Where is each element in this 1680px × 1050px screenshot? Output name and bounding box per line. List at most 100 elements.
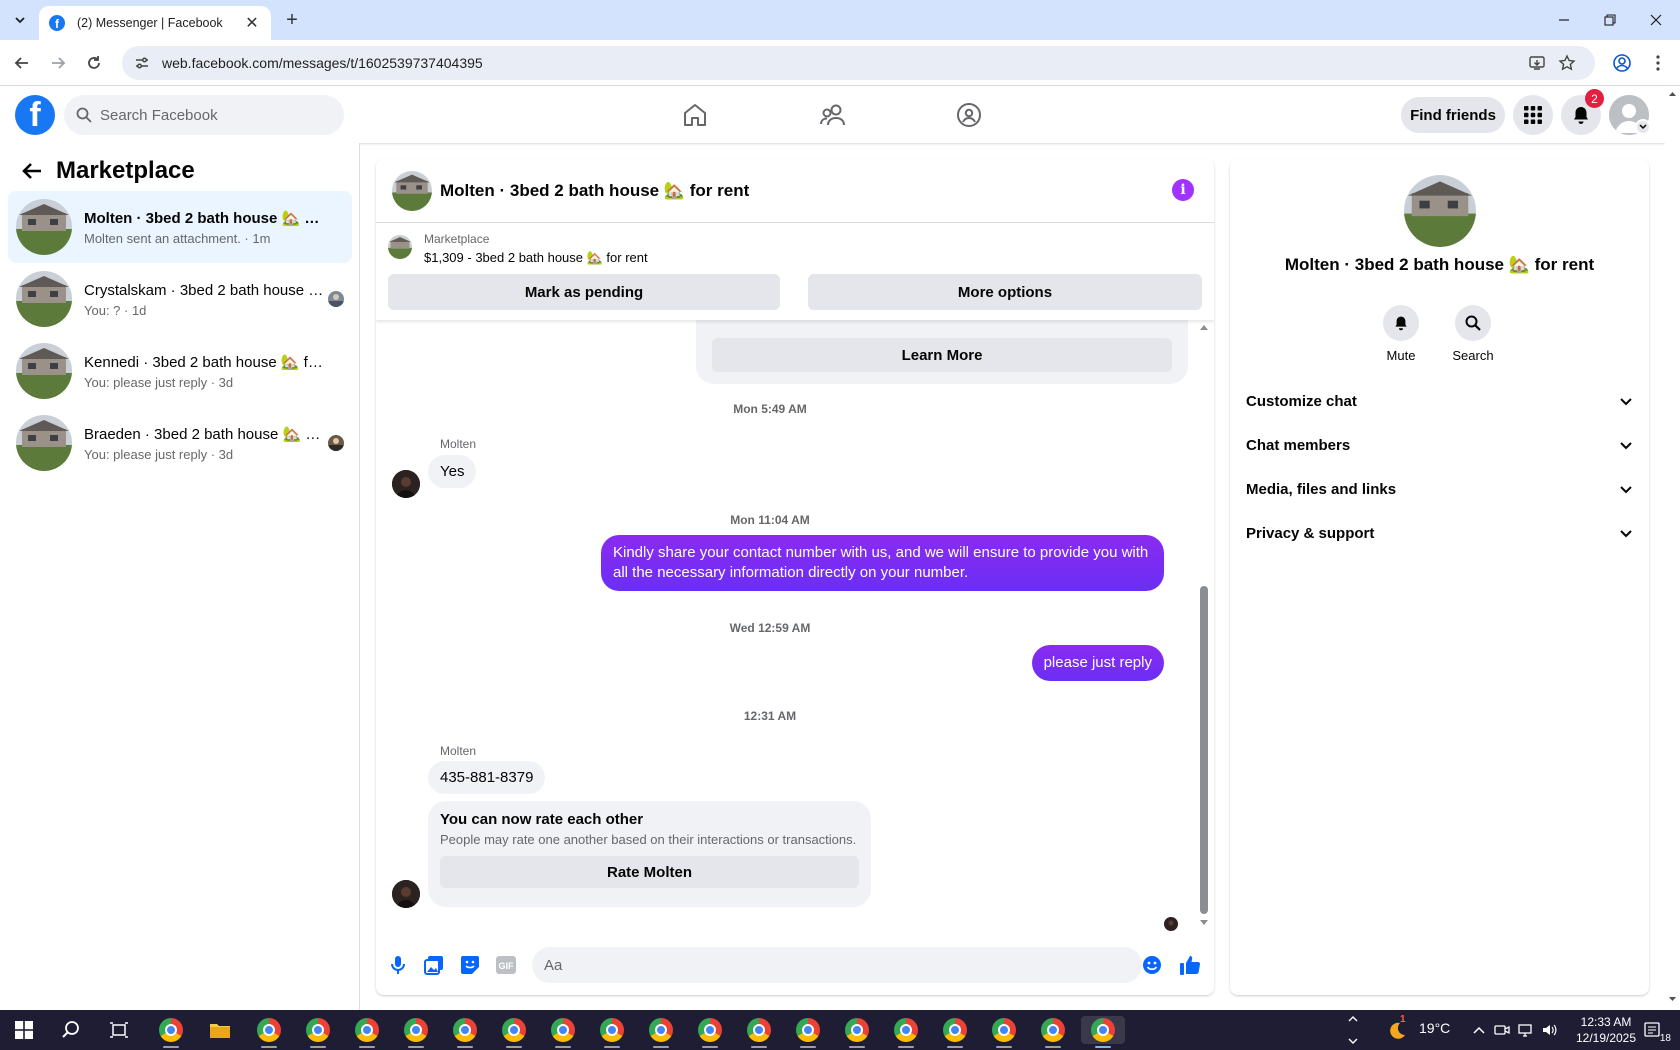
chat-members-row[interactable]: Chat members <box>1246 423 1633 467</box>
conversation-item-molten[interactable]: Molten · 3bed 2 bath house 🏡 for rent Mo… <box>8 191 352 263</box>
learn-more-button[interactable]: Learn More <box>712 338 1172 372</box>
browser-tab-messenger[interactable]: f (2) Messenger | Facebook ✕ <box>39 6 271 40</box>
taskbar-chrome-1[interactable] <box>157 1016 185 1048</box>
bookmark-star-icon[interactable] <box>1557 53 1577 73</box>
taskbar-chrome-14[interactable] <box>843 1016 871 1048</box>
conversation-item-braeden[interactable]: Braeden · 3bed 2 bath house 🏡 for rent Y… <box>8 407 352 479</box>
taskbar-chrome-4[interactable] <box>353 1016 381 1048</box>
chat-house-thumbnail[interactable] <box>392 170 432 211</box>
info-icon[interactable]: i <box>1172 179 1194 201</box>
system-clock[interactable]: 12:33 AM 12/19/2025 <box>1564 1014 1648 1046</box>
incoming-message[interactable]: Yes <box>428 455 477 488</box>
taskbar-chrome-10[interactable] <box>647 1016 675 1048</box>
taskbar-chrome-active[interactable] <box>1081 1016 1125 1048</box>
tab-search-button[interactable] <box>8 8 32 32</box>
listing-source: Marketplace <box>424 232 490 246</box>
taskbar-file-explorer[interactable] <box>206 1016 234 1044</box>
taskbar-chrome-3[interactable] <box>304 1016 332 1048</box>
install-app-icon[interactable] <box>1527 53 1547 73</box>
taskbar-chrome-13[interactable] <box>794 1016 822 1048</box>
taskbar-chrome-18[interactable] <box>1039 1016 1067 1048</box>
search-in-chat-button[interactable]: Search <box>1443 305 1503 363</box>
chrome-icon <box>845 1018 869 1042</box>
tab-close-icon[interactable]: ✕ <box>243 13 261 33</box>
url-text: web.facebook.com/messages/t/160253973740… <box>162 55 483 71</box>
restore-button[interactable] <box>1587 6 1633 34</box>
mark-as-pending-button[interactable]: Mark as pending <box>388 274 780 310</box>
task-view-button[interactable] <box>105 1016 133 1044</box>
thumbs-up-icon[interactable] <box>1176 951 1204 979</box>
friends-nav-button[interactable] <box>817 99 849 131</box>
outgoing-message[interactable]: please just reply <box>1031 645 1164 681</box>
rate-molten-button[interactable]: Rate Molten <box>440 856 859 888</box>
microphone-icon[interactable] <box>384 951 412 979</box>
notification-count-badge: 2 <box>1585 89 1604 108</box>
timestamp: 12:31 AM <box>743 709 797 723</box>
chat-title[interactable]: Molten · 3bed 2 bath house 🏡 for rent <box>440 181 749 201</box>
chat-scrollbar-thumb[interactable] <box>1200 586 1208 914</box>
privacy-support-row[interactable]: Privacy & support <box>1246 511 1633 555</box>
listing-photo[interactable] <box>1404 175 1476 247</box>
reload-button[interactable] <box>79 48 109 78</box>
taskbar-scroll-arrows[interactable] <box>1347 1012 1359 1048</box>
chevron-up-icon[interactable] <box>1470 1021 1488 1039</box>
photo-icon[interactable] <box>420 951 448 979</box>
chrome-icon <box>404 1018 428 1042</box>
outgoing-message[interactable]: Kindly share your contact number with us… <box>601 535 1164 591</box>
menu-grid-button[interactable] <box>1513 95 1553 135</box>
forward-button[interactable] <box>43 48 73 78</box>
volume-icon[interactable] <box>1541 1021 1559 1039</box>
weather-temperature[interactable]: 19°C <box>1419 1020 1450 1036</box>
back-arrow-icon[interactable] <box>20 159 44 183</box>
conversation-item-kennedi[interactable]: Kennedi · 3bed 2 bath house 🏡 for rent Y… <box>8 335 352 407</box>
home-nav-button[interactable] <box>679 99 711 131</box>
page-scrollbar[interactable] <box>1665 86 1680 1011</box>
facebook-logo[interactable]: f <box>15 95 55 135</box>
taskbar-chrome-5[interactable] <box>402 1016 430 1048</box>
taskbar-chrome-2[interactable] <box>255 1016 283 1048</box>
taskbar-search-button[interactable] <box>57 1016 85 1044</box>
gif-icon[interactable]: GIF <box>492 951 520 979</box>
chrome-icon <box>257 1018 281 1042</box>
back-button[interactable] <box>7 48 37 78</box>
customize-chat-row[interactable]: Customize chat <box>1246 379 1633 423</box>
new-tab-button[interactable]: + <box>281 9 303 31</box>
sticker-icon[interactable] <box>456 951 484 979</box>
find-friends-button[interactable]: Find friends <box>1401 97 1505 133</box>
more-options-button[interactable]: More options <box>808 274 1202 310</box>
row-label: Chat members <box>1246 436 1351 454</box>
emoji-icon[interactable] <box>1138 951 1166 979</box>
mute-button[interactable]: Mute <box>1371 305 1431 363</box>
meet-now-icon[interactable] <box>1493 1021 1511 1039</box>
browser-menu-button[interactable] <box>1643 48 1673 78</box>
message-input[interactable] <box>532 947 1142 983</box>
account-circle-icon <box>1613 54 1631 72</box>
taskbar-chrome-11[interactable] <box>696 1016 724 1048</box>
conversation-item-crystalskam[interactable]: Crystalskam · 3bed 2 bath house 🏡 for re… <box>8 263 352 335</box>
close-window-button[interactable] <box>1633 6 1679 34</box>
taskbar-chrome-17[interactable] <box>990 1016 1018 1048</box>
minimize-button[interactable] <box>1541 6 1587 34</box>
listing-price-title[interactable]: $1,309 - 3bed 2 bath house 🏡 for rent <box>424 250 648 266</box>
listing-thumbnail[interactable] <box>388 235 412 259</box>
taskbar-chrome-15[interactable] <box>892 1016 920 1048</box>
chrome-icon <box>306 1018 330 1042</box>
taskbar-chrome-8[interactable] <box>549 1016 577 1048</box>
taskbar-chrome-12[interactable] <box>745 1016 773 1048</box>
facebook-search-box[interactable]: Search Facebook <box>64 95 344 135</box>
network-icon[interactable] <box>1517 1021 1535 1039</box>
taskbar-chrome-16[interactable] <box>941 1016 969 1048</box>
start-button[interactable] <box>10 1016 38 1044</box>
search-label: Search <box>1452 348 1494 363</box>
profile-account-button[interactable] <box>1607 48 1637 78</box>
address-bar[interactable]: web.facebook.com/messages/t/160253973740… <box>122 46 1595 80</box>
media-files-links-row[interactable]: Media, files and links <box>1246 467 1633 511</box>
taskbar-chrome-9[interactable] <box>598 1016 626 1048</box>
taskbar-chrome-6[interactable] <box>451 1016 479 1048</box>
task-view-icon <box>110 1022 128 1038</box>
taskbar-chrome-7[interactable] <box>500 1016 528 1048</box>
site-settings-icon[interactable] <box>134 55 150 71</box>
incoming-message[interactable]: 435-881-8379 <box>428 761 546 794</box>
account-chevron-icon[interactable] <box>1635 119 1651 135</box>
groups-nav-button[interactable] <box>953 99 985 131</box>
